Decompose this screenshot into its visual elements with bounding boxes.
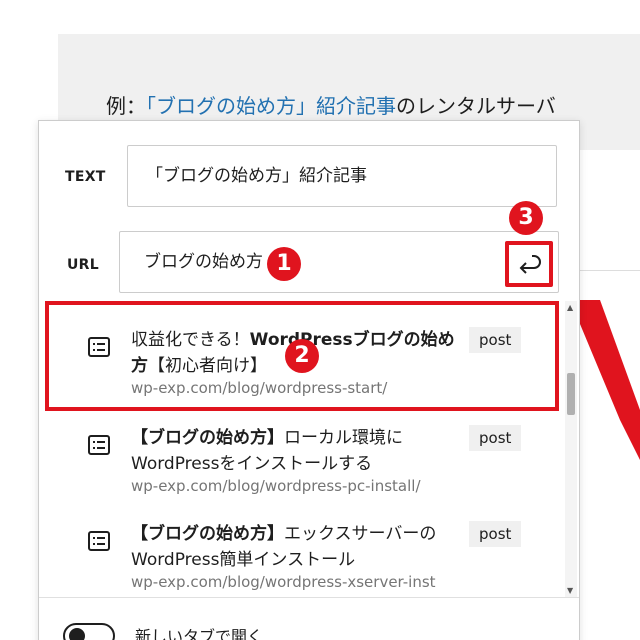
annotation-badge-3: 3 bbox=[509, 201, 543, 235]
suggestion-type-tag: post bbox=[469, 521, 522, 547]
scroll-down-arrow-icon[interactable]: ▼ bbox=[567, 586, 573, 595]
annotation-arrow-icon bbox=[570, 300, 640, 460]
annotation-badge-1: 1 bbox=[267, 247, 301, 281]
example-link[interactable]: 「ブログの始め方」紹介記事 bbox=[146, 94, 396, 118]
scroll-thumb[interactable] bbox=[567, 373, 575, 415]
suggestion-url: wp-exp.com/blog/wordpress-xserver-inst bbox=[131, 573, 436, 591]
suggestion-type-tag: post bbox=[469, 425, 522, 451]
scroll-up-arrow-icon[interactable]: ▲ bbox=[567, 303, 573, 312]
url-field-label: URL bbox=[67, 257, 99, 273]
suggestion-title: 【ブログの始め方】エックスサーバーのWordPress簡単インストール bbox=[131, 524, 437, 570]
new-tab-toggle[interactable] bbox=[63, 623, 115, 640]
example-suffix: のレンタルサーバ bbox=[396, 94, 556, 118]
annotation-badge-2: 2 bbox=[285, 339, 319, 373]
suggestion-title: 【ブログの始め方】ローカル環境にWordPressをインストールする bbox=[131, 428, 403, 474]
suggestion-url: wp-exp.com/blog/wordpress-pc-install/ bbox=[131, 477, 421, 495]
enter-return-icon bbox=[519, 255, 541, 274]
post-list-icon bbox=[88, 531, 110, 551]
link-url-input[interactable]: ブログの始め方 bbox=[119, 231, 559, 293]
suggestion-item[interactable]: 【ブログの始め方】エックスサーバーのWordPress簡単インストール wp-e… bbox=[39, 501, 563, 599]
suggestions-scrollbar[interactable]: ▲ ▼ bbox=[565, 301, 577, 597]
example-prefix: 例： bbox=[106, 94, 146, 118]
link-popover: TEXT 「ブログの始め方」紹介記事 URL ブログの始め方 1 3 収益化でき… bbox=[38, 120, 580, 640]
editor-example-text: 例：「ブログの始め方」紹介記事のレンタルサーバ bbox=[106, 90, 556, 119]
link-text-input[interactable]: 「ブログの始め方」紹介記事 bbox=[127, 145, 557, 207]
new-tab-label: 新しいタブで開く bbox=[135, 627, 264, 640]
post-list-icon bbox=[88, 435, 110, 455]
text-field-label: TEXT bbox=[65, 169, 106, 185]
submit-link-button[interactable] bbox=[505, 241, 553, 287]
toggle-knob bbox=[69, 628, 85, 640]
suggestion-item[interactable]: 【ブログの始め方】ローカル環境にWordPressをインストールする wp-ex… bbox=[39, 405, 563, 503]
popover-divider bbox=[39, 597, 579, 598]
